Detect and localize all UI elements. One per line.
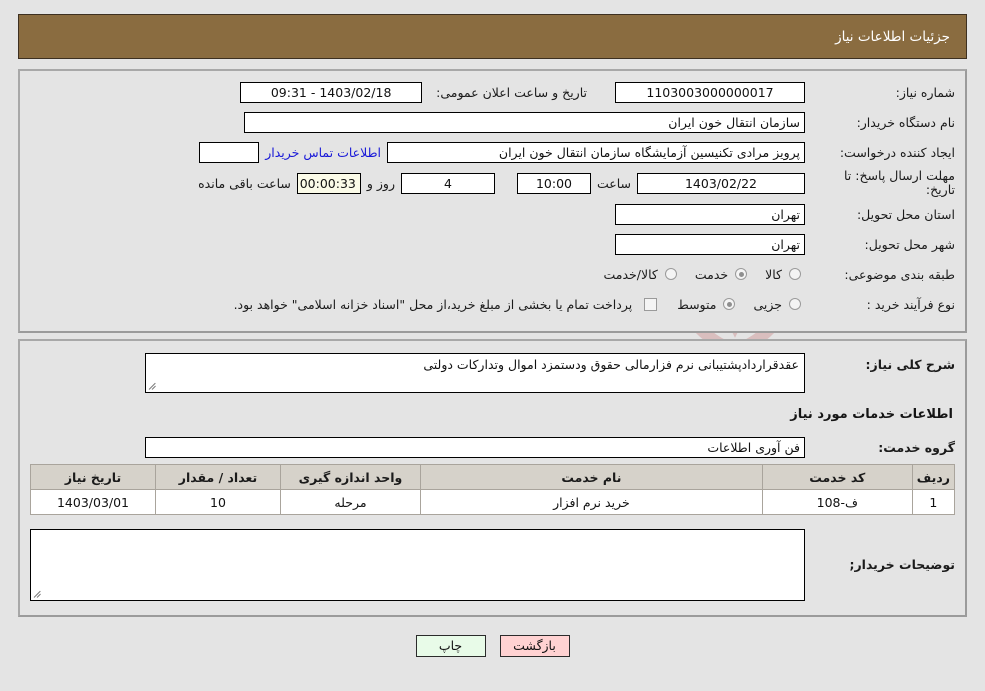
province-label: استان محل تحویل: <box>856 206 955 222</box>
th-service-name: نام خدمت <box>420 464 763 490</box>
row-deadline: مهلت ارسال پاسخ: تا تاریخ: 1403/02/22 سا… <box>30 169 955 197</box>
summary-panel: شماره نیاز: 1103003000000017 تاریخ و ساع… <box>18 69 967 333</box>
radio-category-kala-khedmat[interactable] <box>664 268 677 280</box>
deadline-time[interactable]: 10:00 <box>516 172 591 194</box>
table-row: 1 ف-108 خرید نرم افزار مرحله 10 1403/03/… <box>30 489 956 515</box>
remaining-label: ساعت باقی مانده <box>198 175 291 191</box>
radio-category-khedmat[interactable] <box>735 268 748 280</box>
services-table: ردیف کد خدمت نام خدمت واحد اندازه گیری ت… <box>30 464 956 515</box>
treasury-note: پرداخت تمام یا بخشی از مبلغ خرید،از محل … <box>233 296 633 312</box>
cell-need-date: 1403/03/01 <box>30 489 156 515</box>
creator-value[interactable]: پرویز مرادی تکنیسین آزمایشگاه سازمان انت… <box>387 141 805 163</box>
province-value[interactable]: تهران <box>615 203 805 225</box>
row-service-group: گروه خدمت: فن آوری اطلاعات <box>30 434 955 460</box>
radio-process-jozii[interactable] <box>789 298 801 310</box>
radio-category-kala-khedmat-label: کالا/خدمت <box>603 266 658 282</box>
cell-radif: 1 <box>911 489 956 515</box>
creator-extra-box[interactable] <box>199 141 260 163</box>
radio-category-kala[interactable] <box>789 268 801 280</box>
announce-label: تاریخ و ساعت اعلان عمومی: <box>436 84 587 100</box>
services-heading: اطلاعات خدمات مورد نیاز <box>790 407 953 422</box>
row-description: شرح کلی نیاز: عقدقراردادپشتیبانی نرم فزا… <box>30 353 955 393</box>
buyer-contact-link[interactable]: اطلاعات تماس خریدار <box>259 145 387 160</box>
description-label: شرح کلی نیاز: <box>865 357 955 372</box>
row-category: طبقه بندی موضوعی: کالا خدمت کالا/خدمت <box>30 261 955 287</box>
row-need-number: شماره نیاز: 1103003000000017 تاریخ و ساع… <box>30 79 955 105</box>
buyer-notes-textarea[interactable] <box>30 529 805 601</box>
table-header-row: ردیف کد خدمت نام خدمت واحد اندازه گیری ت… <box>30 464 956 490</box>
th-unit: واحد اندازه گیری <box>280 464 421 490</box>
need-number-label: شماره نیاز: <box>895 84 955 100</box>
need-number-value[interactable]: 1103003000000017 <box>615 81 805 103</box>
treasury-checkbox[interactable] <box>644 297 658 311</box>
buyer-org-value[interactable]: سازمان انتقال خون ایران <box>244 111 805 133</box>
creator-label: ایجاد کننده درخواست: <box>839 144 955 160</box>
th-service-code: کد خدمت <box>761 464 913 490</box>
cell-unit: مرحله <box>280 489 421 515</box>
days-left-value[interactable]: 4 <box>400 172 495 194</box>
th-quantity: تعداد / مقدار <box>155 464 281 490</box>
days-and-label: روز و <box>366 175 395 191</box>
cell-service-code: ف-108 <box>761 489 913 515</box>
cell-quantity: 10 <box>155 489 281 515</box>
row-creator: ایجاد کننده درخواست: پرویز مرادی تکنیسین… <box>30 139 955 165</box>
cell-service-name: خرید نرم افزار <box>420 489 763 515</box>
service-group-label: گروه خدمت: <box>878 439 955 455</box>
radio-category-kala-label: کالا <box>765 266 782 282</box>
radio-category-khedmat-label: خدمت <box>694 266 729 282</box>
description-value: عقدقراردادپشتیبانی نرم فزارمالی حقوق ودس… <box>423 357 799 372</box>
row-buyer-notes: توضیحات خریدار; <box>30 529 955 601</box>
detail-panel: شرح کلی نیاز: عقدقراردادپشتیبانی نرم فزا… <box>18 339 967 617</box>
city-label: شهر محل تحویل: <box>864 236 955 252</box>
buyer-org-label: نام دستگاه خریدار: <box>856 114 955 130</box>
footer-actions: بازگشت چاپ <box>18 623 967 667</box>
process-label: نوع فرآیند خرید : <box>866 296 955 312</box>
row-process-type: نوع فرآیند خرید : جزیی متوسط پرداخت تمام… <box>30 291 955 317</box>
resize-handle-icon[interactable] <box>148 381 158 391</box>
page-title-bar: جزئیات اطلاعات نیاز <box>18 14 967 59</box>
description-textarea[interactable]: عقدقراردادپشتیبانی نرم فزارمالی حقوق ودس… <box>145 353 805 393</box>
announce-value[interactable]: 1403/02/18 - 09:31 <box>240 81 423 103</box>
countdown-timer: 00:00:33 <box>296 172 361 194</box>
print-button[interactable]: چاپ <box>415 635 486 657</box>
radio-process-motavaset-label: متوسط <box>677 296 717 312</box>
deadline-date[interactable]: 1403/02/22 <box>637 172 805 194</box>
hour-label: ساعت <box>596 175 631 191</box>
resize-handle-icon[interactable] <box>33 589 43 599</box>
row-buyer-org: نام دستگاه خریدار: سازمان انتقال خون ایر… <box>30 109 955 135</box>
th-radif: ردیف <box>911 464 956 490</box>
category-label: طبقه بندی موضوعی: <box>844 266 955 282</box>
radio-process-jozii-label: جزیی <box>753 296 782 312</box>
buyer-notes-value <box>31 530 804 536</box>
radio-process-motavaset[interactable] <box>723 298 736 310</box>
row-province: استان محل تحویل: تهران <box>30 201 955 227</box>
back-button[interactable]: بازگشت <box>499 635 570 657</box>
page-root: جزئیات اطلاعات نیاز شماره نیاز: 11030030… <box>0 0 985 667</box>
row-city: شهر محل تحویل: تهران <box>30 231 955 257</box>
th-need-date: تاریخ نیاز <box>30 464 156 490</box>
city-value[interactable]: تهران <box>615 233 805 255</box>
page-title: جزئیات اطلاعات نیاز <box>835 28 950 45</box>
buyer-notes-label: توضیحات خریدار; <box>849 557 955 572</box>
deadline-label: مهلت ارسال پاسخ: تا تاریخ: <box>844 168 955 197</box>
service-group-value[interactable]: فن آوری اطلاعات <box>145 436 805 458</box>
